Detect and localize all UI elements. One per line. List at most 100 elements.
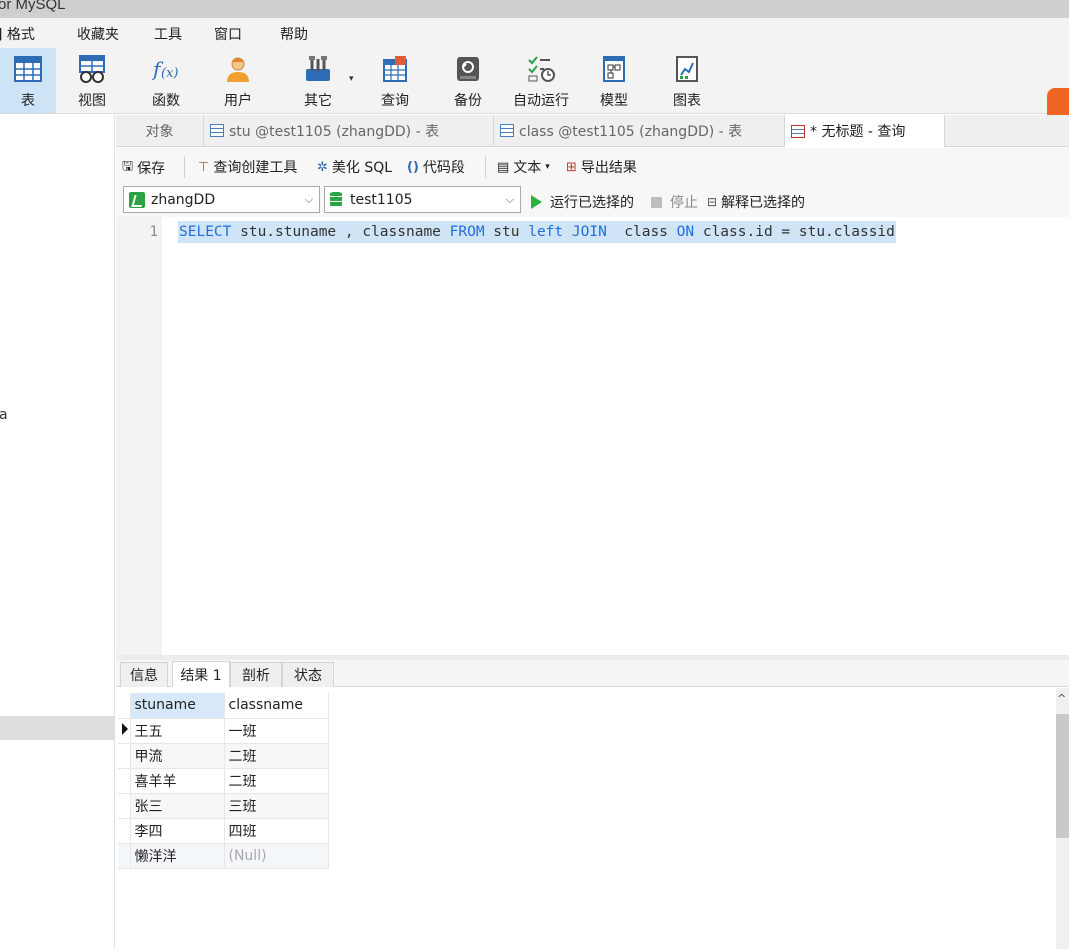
explain-selected-button[interactable]: ⊟ 解释已选择的 — [707, 192, 805, 212]
export-results-label: 导出结果 — [580, 160, 637, 176]
tab-stu-label: stu @test1105 (zhangDD) - 表 — [229, 123, 440, 140]
row-indicator-header — [118, 693, 131, 719]
scroll-up-icon[interactable]: ^ — [1057, 692, 1066, 705]
toolbar-other-button[interactable]: 其它 — [290, 48, 346, 113]
menu-tools[interactable]: 工具 — [154, 24, 182, 44]
connection-icon — [129, 191, 145, 208]
database-select[interactable]: test1105 ⌵ — [324, 186, 521, 213]
connection-select[interactable]: zhangDD ⌵ — [123, 186, 320, 213]
menu-format[interactable]: ] 格式 — [0, 24, 35, 44]
sql-editor[interactable]: 1 SELECT stu.stuname , classname FROM st… — [116, 217, 1069, 657]
sql-keyword: SELECT — [179, 224, 232, 240]
sql-keyword: FROM — [449, 224, 485, 240]
code-snippet-label: 代码段 — [422, 160, 465, 176]
cell-stuname[interactable]: 懒洋洋 — [130, 843, 225, 869]
result-grid[interactable]: stuname classname 王五 一班 甲流 二班 喜羊羊 二班 张三 … — [116, 688, 1056, 949]
table-row[interactable]: 懒洋洋 (Null) — [118, 843, 329, 869]
tab-status[interactable]: 状态 — [282, 662, 334, 687]
menu-window[interactable]: 窗口 — [214, 24, 242, 44]
column-header-classname[interactable]: classname — [224, 693, 329, 719]
cell-classname[interactable]: 二班 — [224, 768, 329, 794]
vertical-scrollbar[interactable]: ^ — [1056, 688, 1069, 949]
export-icon: ⊞ — [566, 159, 577, 175]
query-builder-button[interactable]: ⊤ 查询创建工具 — [198, 157, 297, 177]
database-name: test1105 — [350, 191, 413, 208]
tab-class-table[interactable]: class @test1105 (zhangDD) - 表 — [494, 115, 785, 146]
tab-untitled-query[interactable]: * 无标题 - 查询 — [785, 115, 945, 147]
connection-tree-pane[interactable]: a — [0, 115, 115, 949]
cell-stuname[interactable]: 甲流 — [130, 743, 225, 769]
table-row[interactable]: 王五 一班 — [118, 718, 329, 744]
sql-text: stu — [484, 224, 529, 240]
window-title-bar: or MySQL — [0, 0, 1069, 18]
main-toolbar: 表 视图 f (x) 函数 用户 其它 ▾ 查询 备份 自动运行 模型 图表 — [0, 48, 1069, 126]
stop-label: 停止 — [670, 195, 698, 211]
table-icon — [500, 124, 514, 137]
cell-classname[interactable]: 一班 — [224, 718, 329, 744]
save-button[interactable]: 🖫 保存 — [122, 157, 165, 179]
cell-classname[interactable]: 四班 — [224, 818, 329, 844]
backup-icon — [453, 54, 483, 84]
document-icon: ▤ — [497, 159, 510, 175]
beautify-sql-button[interactable]: ✲ 美化 SQL — [317, 157, 392, 177]
toolbar-function-button[interactable]: f (x) 函数 — [138, 48, 194, 113]
current-row-indicator — [118, 718, 131, 744]
tab-result-1[interactable]: 结果 1 — [172, 661, 230, 687]
toolbar-autorun-button[interactable]: 自动运行 — [508, 48, 574, 113]
toolbar-table-button[interactable]: 表 — [0, 48, 56, 113]
toolbar-model-button[interactable]: 模型 — [586, 48, 642, 113]
other-dropdown-caret[interactable]: ▾ — [349, 74, 354, 84]
toolbar-chart-button[interactable]: 图表 — [659, 48, 715, 113]
tree-selected-row[interactable] — [0, 716, 115, 740]
tab-profile[interactable]: 剖析 — [230, 662, 282, 687]
chevron-down-icon: ⌵ — [505, 193, 514, 206]
tab-stu-table[interactable]: stu @test1105 (zhangDD) - 表 — [204, 115, 494, 146]
play-icon — [531, 195, 542, 209]
scrollbar-thumb[interactable] — [1056, 714, 1069, 838]
table-row[interactable]: 喜羊羊 二班 — [118, 768, 329, 794]
cell-classname[interactable]: 三班 — [224, 793, 329, 819]
toolbar-autorun-label: 自动运行 — [513, 93, 569, 109]
tree-item-fragment[interactable]: a — [0, 407, 8, 423]
toolbar-user-button[interactable]: 用户 — [210, 48, 266, 113]
stop-button[interactable]: 停止 — [651, 192, 698, 212]
toolbar-chart-label: 图表 — [673, 93, 701, 109]
window-title: or MySQL — [0, 0, 66, 13]
function-icon: f (x) — [151, 54, 181, 84]
toolbar-backup-button[interactable]: 备份 — [440, 48, 496, 113]
export-results-button[interactable]: ⊞ 导出结果 — [566, 157, 637, 177]
text-mode-button[interactable]: ▤ 文本 ▾ — [497, 157, 550, 177]
row-pointer-icon — [122, 722, 128, 735]
toolbar-model-label: 模型 — [600, 93, 628, 109]
beautify-sql-label: 美化 SQL — [331, 160, 393, 176]
tab-objects[interactable]: 对象 — [116, 115, 204, 146]
cell-stuname[interactable]: 喜羊羊 — [130, 768, 225, 794]
row-indicator — [118, 843, 131, 869]
result-table: stuname classname 王五 一班 甲流 二班 喜羊羊 二班 张三 … — [118, 693, 329, 869]
cell-classname[interactable]: 二班 — [224, 743, 329, 769]
menu-help[interactable]: 帮助 — [280, 24, 308, 44]
tab-info[interactable]: 信息 — [120, 662, 168, 687]
run-selected-button[interactable]: 运行已选择的 — [531, 192, 634, 212]
toolbar-backup-label: 备份 — [454, 93, 482, 109]
cell-classname-null[interactable]: (Null) — [224, 843, 329, 869]
table-row[interactable]: 张三 三班 — [118, 793, 329, 819]
toolbar-view-button[interactable]: 视图 — [64, 48, 120, 113]
table-row[interactable]: 甲流 二班 — [118, 743, 329, 769]
row-indicator — [118, 818, 131, 844]
sql-code-line[interactable]: SELECT stu.stuname , classname FROM stu … — [178, 221, 896, 243]
cell-stuname[interactable]: 李四 — [130, 818, 225, 844]
connection-bar: zhangDD ⌵ test1105 ⌵ 运行已选择的 停止 ⊟ 解释已选择的 — [116, 184, 1069, 217]
table-row[interactable]: 李四 四班 — [118, 818, 329, 844]
text-mode-caret[interactable]: ▾ — [545, 162, 550, 172]
table-icon — [210, 124, 224, 137]
toolbar-query-button[interactable]: 查询 — [367, 48, 423, 113]
cell-stuname[interactable]: 王五 — [130, 718, 225, 744]
sql-keyword: JOIN — [571, 224, 607, 240]
menu-favorites[interactable]: 收藏夹 — [77, 24, 119, 44]
column-header-stuname[interactable]: stuname — [130, 693, 225, 719]
code-snippet-button[interactable]: () 代码段 — [407, 157, 465, 177]
cell-stuname[interactable]: 张三 — [130, 793, 225, 819]
table-header-row: stuname classname — [118, 693, 329, 719]
tab-status-label: 状态 — [294, 668, 322, 684]
